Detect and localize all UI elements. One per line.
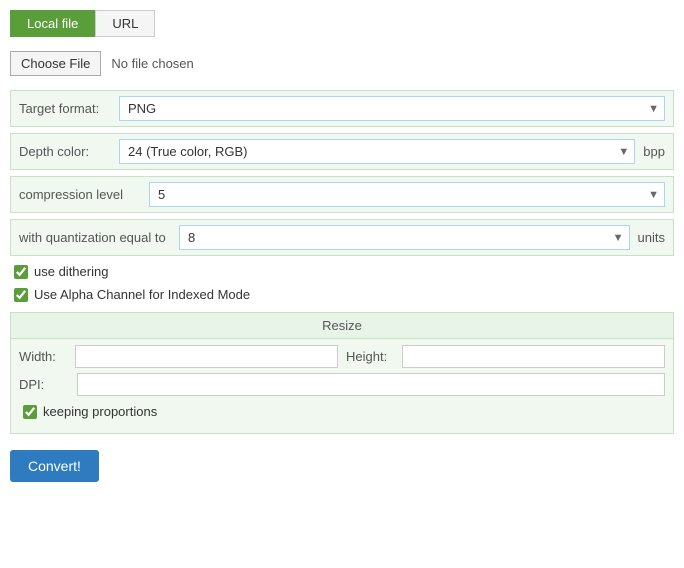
no-file-label: No file chosen bbox=[111, 56, 193, 71]
height-input[interactable] bbox=[402, 345, 665, 368]
compression-row: compression level 0 1 2 3 4 5 6 7 8 9 ▼ bbox=[10, 176, 674, 213]
file-input-row: Choose File No file chosen bbox=[10, 51, 674, 76]
keeping-proportions-label[interactable]: keeping proportions bbox=[43, 404, 157, 419]
resize-header: Resize bbox=[11, 313, 673, 339]
use-dithering-label[interactable]: use dithering bbox=[34, 264, 108, 279]
convert-button[interactable]: Convert! bbox=[10, 450, 99, 482]
use-dithering-row: use dithering bbox=[14, 264, 670, 279]
depth-color-select-wrapper: 1 (Monochrome) 8 (Indexed) 24 (True colo… bbox=[119, 139, 635, 164]
width-height-row: Width: Height: bbox=[19, 345, 665, 368]
target-format-row: Target format: PNG JPEG GIF BMP TIFF WEB… bbox=[10, 90, 674, 127]
use-alpha-label[interactable]: Use Alpha Channel for Indexed Mode bbox=[34, 287, 250, 302]
quantization-row: with quantization equal to 1 2 4 8 16 32… bbox=[10, 219, 674, 256]
compression-select-wrapper: 0 1 2 3 4 5 6 7 8 9 ▼ bbox=[149, 182, 665, 207]
quantization-label: with quantization equal to bbox=[19, 230, 179, 245]
keeping-proportions-row: keeping proportions bbox=[23, 404, 661, 419]
target-format-select[interactable]: PNG JPEG GIF BMP TIFF WEBP ICO SVG bbox=[119, 96, 665, 121]
depth-color-label: Depth color: bbox=[19, 144, 119, 159]
resize-section: Resize Width: Height: DPI: keeping propo… bbox=[10, 312, 674, 434]
compression-label: compression level bbox=[19, 187, 149, 202]
height-label: Height: bbox=[346, 349, 396, 364]
dpi-row: DPI: bbox=[19, 373, 665, 396]
height-group: Height: bbox=[346, 345, 665, 368]
width-group: Width: bbox=[19, 345, 338, 368]
use-alpha-checkbox[interactable] bbox=[14, 288, 28, 302]
quantization-select[interactable]: 1 2 4 8 16 32 64 128 256 bbox=[179, 225, 630, 250]
depth-color-row: Depth color: 1 (Monochrome) 8 (Indexed) … bbox=[10, 133, 674, 170]
use-dithering-checkbox[interactable] bbox=[14, 265, 28, 279]
tab-url[interactable]: URL bbox=[95, 10, 155, 37]
quantization-unit: units bbox=[638, 230, 665, 245]
compression-select[interactable]: 0 1 2 3 4 5 6 7 8 9 bbox=[149, 182, 665, 207]
dpi-input[interactable] bbox=[77, 373, 665, 396]
use-alpha-row: Use Alpha Channel for Indexed Mode bbox=[14, 287, 670, 302]
quantization-select-wrapper: 1 2 4 8 16 32 64 128 256 ▼ bbox=[179, 225, 630, 250]
dpi-label: DPI: bbox=[19, 377, 69, 392]
choose-file-button[interactable]: Choose File bbox=[10, 51, 101, 76]
keeping-proportions-checkbox[interactable] bbox=[23, 405, 37, 419]
depth-color-select[interactable]: 1 (Monochrome) 8 (Indexed) 24 (True colo… bbox=[119, 139, 635, 164]
resize-body: Width: Height: DPI: keeping proportions bbox=[11, 339, 673, 433]
tab-local-file[interactable]: Local file bbox=[10, 10, 95, 37]
target-format-label: Target format: bbox=[19, 101, 119, 116]
tab-row: Local file URL bbox=[10, 10, 674, 37]
width-label: Width: bbox=[19, 349, 69, 364]
width-input[interactable] bbox=[75, 345, 338, 368]
target-format-select-wrapper: PNG JPEG GIF BMP TIFF WEBP ICO SVG ▼ bbox=[119, 96, 665, 121]
depth-color-unit: bpp bbox=[643, 144, 665, 159]
